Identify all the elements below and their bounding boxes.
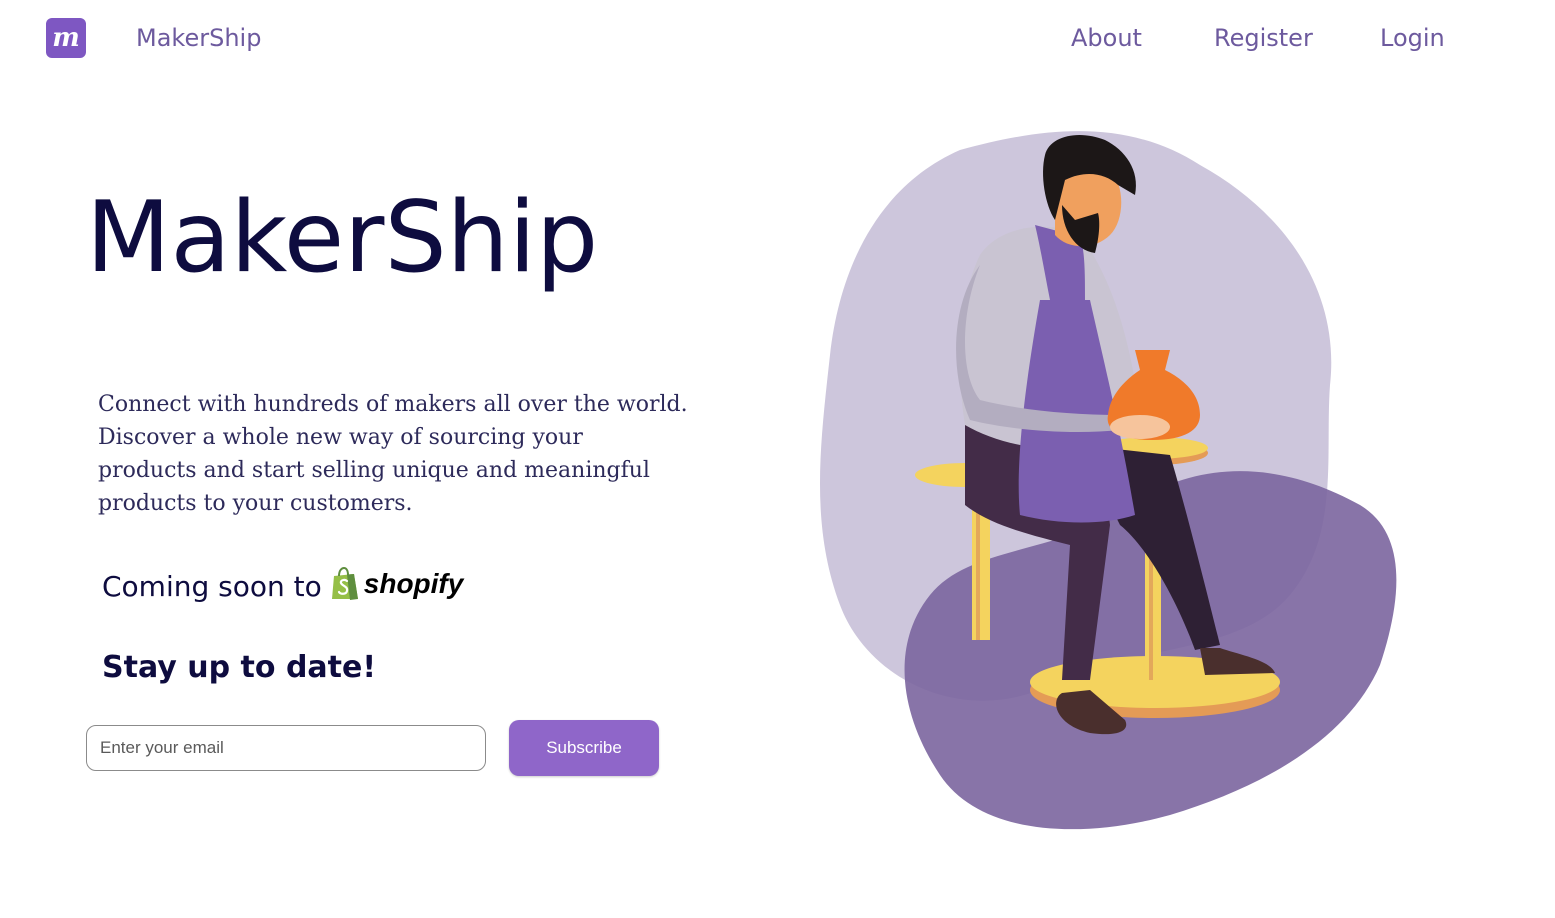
coming-soon-text: Coming soon to xyxy=(102,570,322,603)
shopify-wordmark: shopify xyxy=(363,568,464,599)
coming-soon-row: Coming soon to shopify xyxy=(102,567,463,603)
hero-description: Connect with hundreds of makers all over… xyxy=(98,392,688,516)
subscribe-button[interactable]: Subscribe xyxy=(509,720,659,776)
potter-illustration xyxy=(820,131,1397,830)
shopify-logo: shopify xyxy=(330,567,464,601)
shopify-bag-icon xyxy=(331,567,358,600)
hero-title: MakerShip xyxy=(86,181,599,295)
nav-link-login[interactable]: Login xyxy=(1380,24,1445,52)
nav-link-register[interactable]: Register xyxy=(1214,24,1313,52)
makership-logo-icon[interactable]: m xyxy=(46,18,86,58)
stay-up-to-date-title: Stay up to date! xyxy=(102,650,377,685)
nav-brand[interactable]: MakerShip xyxy=(136,24,261,52)
nav-link-about[interactable]: About xyxy=(1071,24,1142,52)
email-input[interactable] xyxy=(86,725,486,771)
